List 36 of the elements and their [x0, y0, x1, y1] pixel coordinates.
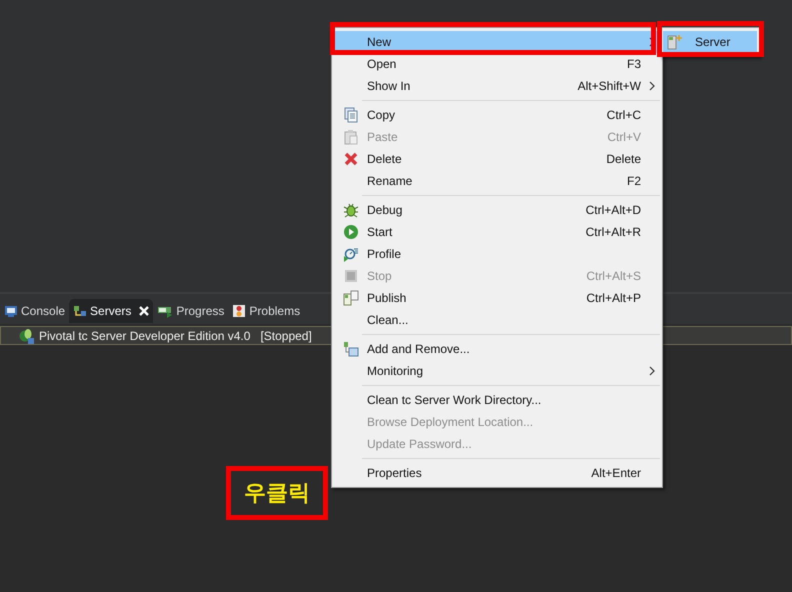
clipboard-icon [342, 129, 358, 145]
menu-item[interactable]: Clean... [334, 309, 660, 331]
panel-tab[interactable]: Progress [153, 299, 228, 323]
stop-icon [342, 268, 358, 284]
menu-item[interactable]: Show In Alt+Shift+W [334, 75, 660, 97]
menu-item[interactable]: Add and Remove... [334, 338, 660, 360]
play-icon [342, 224, 358, 240]
copy-icon [342, 107, 358, 123]
menu-item[interactable]: Copy Ctrl+C [334, 104, 660, 126]
panel-tab[interactable]: Console [0, 299, 70, 323]
panel-tab[interactable]: Servers [69, 299, 154, 323]
folder-server-icon [342, 341, 358, 357]
new-server-icon [667, 34, 683, 50]
panel-tab[interactable]: Problems [228, 299, 304, 323]
progress-icon [157, 304, 174, 318]
menu-item[interactable]: Rename F2 [334, 170, 660, 192]
menu-item[interactable]: Properties Alt+Enter [334, 462, 660, 484]
problems-icon [232, 304, 246, 318]
publish-icon [342, 290, 358, 306]
menu-item[interactable]: Clean tc Server Work Directory... [334, 389, 660, 411]
menu-item[interactable]: Monitoring [334, 360, 660, 382]
menu-item[interactable]: Start Ctrl+Alt+R [334, 221, 660, 243]
close-icon[interactable] [139, 306, 150, 316]
delete-icon [342, 151, 358, 167]
server-leaf-icon [19, 328, 35, 344]
menu-item[interactable]: Debug Ctrl+Alt+D [334, 199, 660, 221]
menu-item[interactable]: Profile [334, 243, 660, 265]
annotation-label: 우클릭 [226, 466, 328, 520]
menu-item[interactable]: Publish Ctrl+Alt+P [334, 287, 660, 309]
menu-item[interactable]: Open F3 [334, 53, 660, 75]
servers-icon [73, 304, 88, 318]
monitor-icon [4, 304, 18, 318]
menu-item[interactable]: Server [663, 31, 757, 53]
stopwatch-icon [342, 246, 358, 262]
menu-item[interactable]: Delete Delete [334, 148, 660, 170]
bug-icon [342, 202, 358, 218]
